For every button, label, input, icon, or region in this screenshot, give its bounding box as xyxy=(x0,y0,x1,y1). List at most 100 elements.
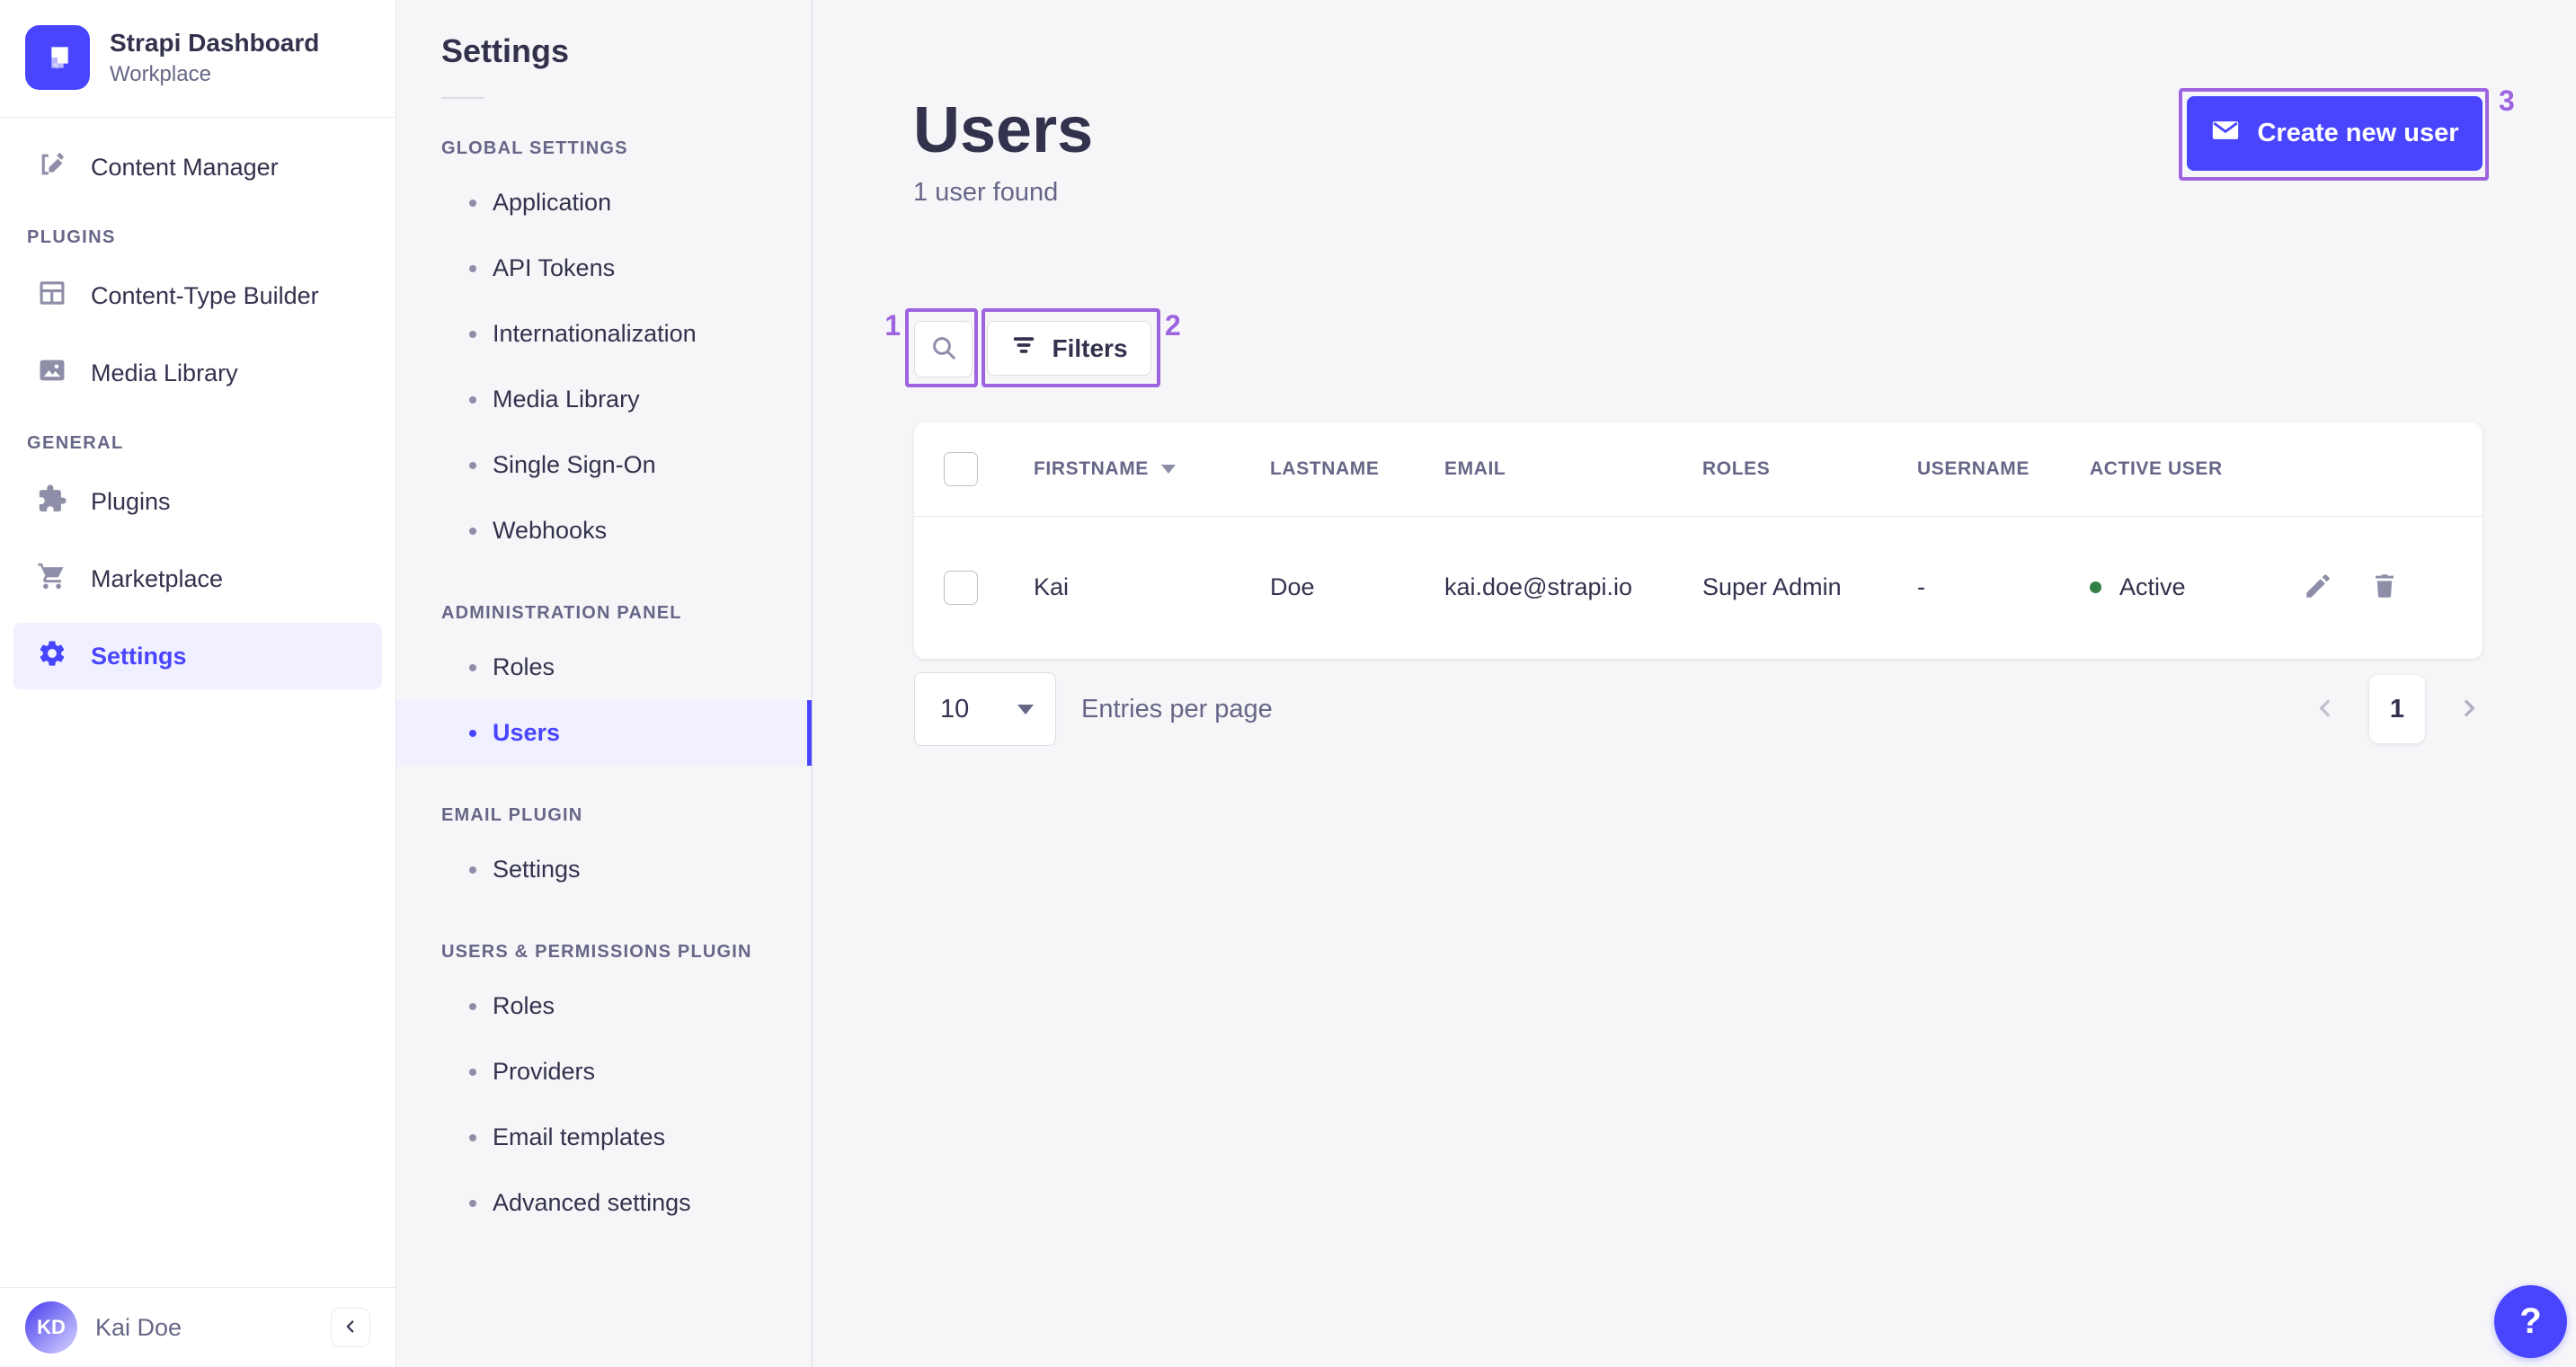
bullet-icon xyxy=(469,729,476,737)
settings-subnav: Settings GLOBAL SETTINGS Application API… xyxy=(396,0,813,1367)
create-new-user-button[interactable]: Create new user xyxy=(2187,96,2483,171)
bullet-icon xyxy=(469,1068,476,1076)
entries-per-page-label: Entries per page xyxy=(1081,694,1273,723)
sidebar-nav: Content Manager PLUGINS Content-Type Bui… xyxy=(0,118,395,700)
user-avatar[interactable]: KD xyxy=(25,1301,77,1354)
edit-user-button[interactable] xyxy=(2303,571,2333,604)
column-header-roles: ROLES xyxy=(1702,458,1917,480)
cell-username: - xyxy=(1917,573,1925,600)
subnav-item-label: Advanced settings xyxy=(493,1189,691,1216)
subnav-item-label: Application xyxy=(493,189,612,216)
subnav-group-administration-panel: ADMINISTRATION PANEL xyxy=(441,603,682,623)
page-size-value: 10 xyxy=(940,694,970,723)
subnav-item-media-library[interactable]: Media Library xyxy=(396,367,812,432)
subnav-item-label: Settings xyxy=(493,856,581,883)
chevron-down-icon xyxy=(1017,704,1034,715)
subnav-item-single-sign-on[interactable]: Single Sign-On xyxy=(396,432,812,498)
gear-icon xyxy=(37,638,67,675)
annotation-label-2: 2 xyxy=(1165,309,1181,342)
subnav-group-global-settings: GLOBAL SETTINGS xyxy=(441,138,628,158)
filters-label: Filters xyxy=(1052,333,1128,362)
brand: Strapi Dashboard Workplace xyxy=(0,0,395,117)
subnav-item-up-roles[interactable]: Roles xyxy=(396,973,812,1039)
help-button[interactable]: ? xyxy=(2494,1285,2567,1358)
column-header-email: EMAIL xyxy=(1444,458,1702,480)
delete-user-button[interactable] xyxy=(2369,571,2400,604)
layout-grid-icon xyxy=(37,278,67,315)
entries-per-page-select[interactable]: 10 xyxy=(914,672,1056,746)
chevron-right-icon xyxy=(2456,695,2483,724)
subnav-item-label: Roles xyxy=(493,992,555,1019)
subnav-title: Settings xyxy=(441,32,570,69)
pencil-icon xyxy=(2303,571,2333,604)
column-header-label: ROLES xyxy=(1702,458,1771,479)
sidebar-item-label: Plugins xyxy=(91,487,171,515)
subnav-item-webhooks[interactable]: Webhooks xyxy=(396,498,812,564)
sort-descending-icon xyxy=(1160,465,1176,474)
column-header-label: USERNAME xyxy=(1917,458,2030,479)
next-page-button[interactable] xyxy=(2456,695,2483,724)
envelope-icon xyxy=(2210,115,2241,153)
subnav-item-admin-roles[interactable]: Roles xyxy=(396,635,812,700)
sidebar-item-content-type-builder[interactable]: Content-Type Builder xyxy=(13,262,382,329)
filter-icon xyxy=(1010,332,1037,365)
sidebar-footer: KD Kai Doe xyxy=(0,1287,395,1367)
trash-icon xyxy=(2369,571,2400,604)
subnav-item-internationalization[interactable]: Internationalization xyxy=(396,301,812,367)
column-header-label: LASTNAME xyxy=(1270,458,1380,479)
subnav-group-users-permissions: USERS & PERMISSIONS PLUGIN xyxy=(441,942,752,962)
search-icon xyxy=(929,333,958,365)
workspace-name: Workplace xyxy=(110,61,211,86)
cell-active-user: Active xyxy=(2090,573,2288,601)
cart-icon xyxy=(37,561,67,598)
column-header-username: USERNAME xyxy=(1917,458,2090,480)
sidebar-item-plugins[interactable]: Plugins xyxy=(13,468,382,535)
sidebar-item-label: Settings xyxy=(91,642,187,670)
sidebar-item-settings[interactable]: Settings xyxy=(13,623,382,689)
cell-lastname: Doe xyxy=(1270,573,1315,600)
filters-button[interactable]: Filters xyxy=(987,321,1151,376)
subnav-item-advanced-settings[interactable]: Advanced settings xyxy=(396,1170,812,1236)
subnav-item-providers[interactable]: Providers xyxy=(396,1039,812,1105)
puzzle-icon xyxy=(37,484,67,520)
collapse-sidebar-button[interactable] xyxy=(331,1308,370,1347)
subnav-item-label: API Tokens xyxy=(493,254,616,281)
status-badge: Active xyxy=(2119,573,2186,600)
page-1-button[interactable]: 1 xyxy=(2369,675,2425,743)
select-all-checkbox[interactable] xyxy=(944,452,978,486)
column-header-label: ACTIVE USER xyxy=(2090,458,2223,479)
sidebar-item-label: Media Library xyxy=(91,359,238,386)
subnav-item-label: Providers xyxy=(493,1058,596,1085)
bullet-icon xyxy=(469,865,476,874)
row-checkbox[interactable] xyxy=(944,570,978,605)
bullet-icon xyxy=(469,1199,476,1207)
column-header-firstname[interactable]: FIRSTNAME xyxy=(1034,458,1270,480)
column-header-label: EMAIL xyxy=(1444,458,1506,479)
bullet-icon xyxy=(469,330,476,338)
subnav-item-label: Roles xyxy=(493,653,555,680)
sidebar-section-plugins: PLUGINS xyxy=(27,227,116,247)
sidebar-item-content-manager[interactable]: Content Manager xyxy=(13,134,382,200)
cell-firstname: Kai xyxy=(1034,573,1070,600)
subnav-item-api-tokens[interactable]: API Tokens xyxy=(396,235,812,301)
subnav-item-email-settings[interactable]: Settings xyxy=(396,837,812,902)
user-name: Kai Doe xyxy=(95,1313,182,1341)
cell-email: kai.doe@strapi.io xyxy=(1444,573,1633,600)
image-icon xyxy=(37,355,67,392)
bullet-icon xyxy=(469,264,476,272)
sidebar-item-media-library[interactable]: Media Library xyxy=(13,340,382,406)
bullet-icon xyxy=(469,395,476,404)
sidebar-item-marketplace[interactable]: Marketplace xyxy=(13,546,382,612)
column-header-label: FIRSTNAME xyxy=(1034,458,1149,479)
sidebar-section-general: GENERAL xyxy=(27,433,124,453)
bullet-icon xyxy=(469,1133,476,1141)
subnav-item-email-templates[interactable]: Email templates xyxy=(396,1105,812,1170)
subnav-item-admin-users[interactable]: Users xyxy=(396,700,812,766)
create-new-user-label: Create new user xyxy=(2257,119,2459,147)
previous-page-button[interactable] xyxy=(2312,695,2339,724)
search-button[interactable] xyxy=(914,321,973,377)
chevron-left-icon xyxy=(341,1317,360,1339)
subnav-item-application[interactable]: Application xyxy=(396,170,812,235)
subnav-title-divider xyxy=(441,97,484,99)
table-header-row: FIRSTNAME LASTNAME EMAIL ROLES USERNAME … xyxy=(914,422,2483,517)
